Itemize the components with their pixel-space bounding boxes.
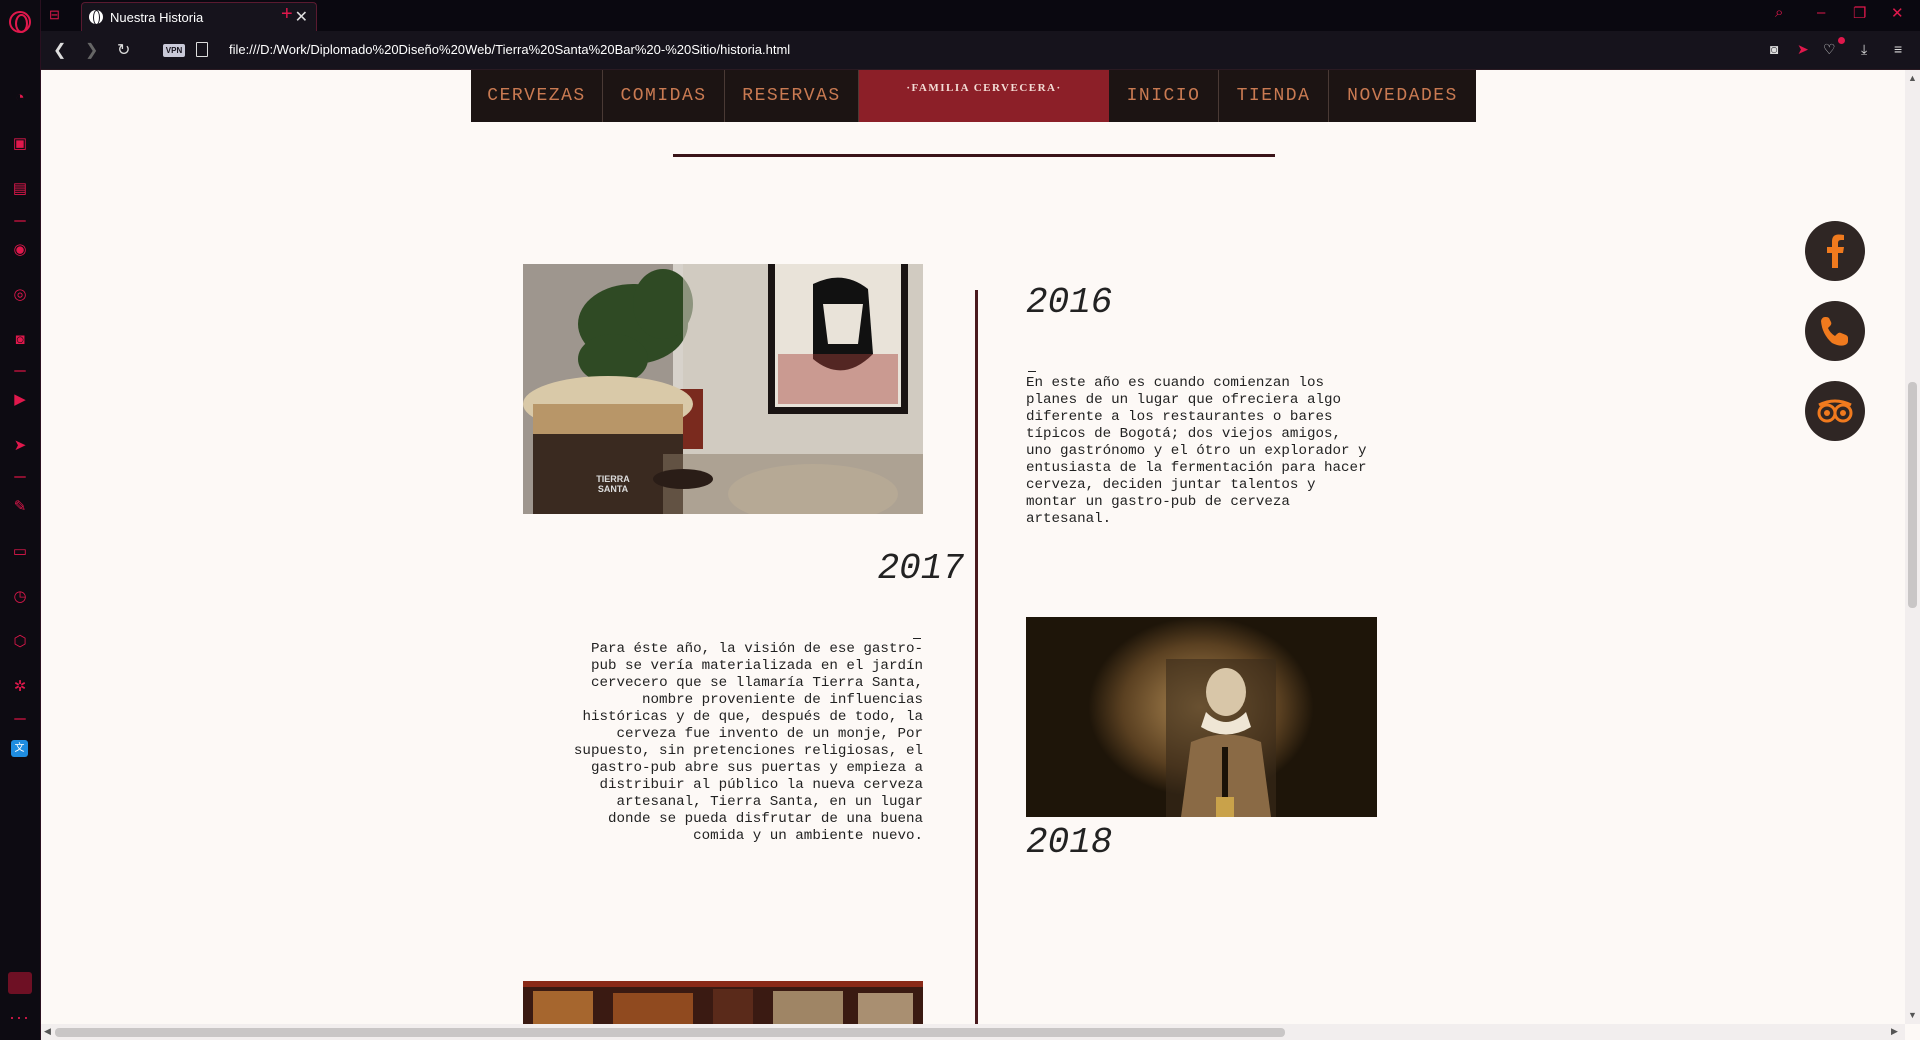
twitch-icon[interactable]: ▤ [10,179,30,199]
whatsapp-icon[interactable]: ◎ [10,285,30,305]
menu-icon[interactable]: ≡ [1894,41,1902,57]
reload-icon[interactable]: ↻ [117,40,130,60]
send-icon[interactable]: ➤ [10,436,30,456]
tab-switcher-icon[interactable]: ⊟ [49,7,67,23]
back-icon[interactable]: ❮ [53,40,66,60]
download-badge [1838,37,1845,44]
nav-cervezas[interactable]: CERVEZAS [471,70,603,122]
extensions-icon[interactable]: ⬡ [10,632,30,652]
sidebar-separator [14,220,26,222]
tripadvisor-button[interactable] [1805,381,1865,441]
player-icon[interactable]: ▶ [10,390,30,410]
nav-inicio[interactable]: INICIO [1109,70,1219,122]
scroll-right-icon[interactable]: ▶ [1891,1026,1898,1037]
close-window-icon[interactable]: ✕ [1891,4,1904,22]
timeline-line [975,290,978,1024]
photo-interior: TIERRA SANTA [523,264,923,514]
vertical-scroll-thumb[interactable] [1908,382,1917,608]
site-nav: CERVEZAS COMIDAS RESERVAS ·FAMILIA CERVE… [471,70,1476,122]
page-viewport: CERVEZAS COMIDAS RESERVAS ·FAMILIA CERVE… [41,70,1905,1024]
horizontal-scroll-thumb[interactable] [55,1028,1285,1037]
settings-icon[interactable]: ✲ [10,677,30,697]
address-bar: ❮ ❯ ↻ VPN file:///D:/Work/Diplomado%20Di… [41,31,1920,70]
sidebar-separator [14,476,26,478]
sidebar-separator [14,370,26,372]
photo-bar [523,981,923,1024]
facebook-button[interactable] [1805,221,1865,281]
nav-comidas[interactable]: COMIDAS [603,70,725,122]
scroll-down-icon[interactable]: ▼ [1908,1010,1917,1020]
nav-reservas[interactable]: RESERVAS [725,70,859,122]
logo-text: ·FAMILIA CERVECERA· [906,82,1062,94]
page-icon [196,42,208,57]
vpn-badge[interactable]: VPN [163,44,185,57]
minimize-icon[interactable]: – [1817,4,1825,21]
phone-icon [1821,317,1848,346]
edit-icon[interactable]: ✎ [10,497,30,517]
browser-sidebar: ◔ ▣ ▤ ◉ ◎ ◙ ▶ ➤ ✎ ▭ ◷ ⬡ ✲ 文 ··· [0,0,41,1040]
send-page-icon[interactable]: ➤ [1797,41,1809,58]
forward-icon[interactable]: ❯ [85,40,98,60]
year-2016: 2016 [1026,282,1113,323]
text-marker [1028,371,1036,372]
more-icon[interactable]: ··· [9,1008,30,1026]
globe-icon [89,10,103,25]
header-divider [673,154,1275,157]
url-field[interactable]: file:///D:/Work/Diplomado%20Diseño%20Web… [229,42,790,57]
history-icon[interactable]: ◷ [10,587,30,607]
scroll-left-icon[interactable]: ◀ [44,1026,51,1037]
horizontal-scrollbar[interactable]: ◀ ▶ [41,1024,1905,1040]
tabs-icon[interactable]: ▭ [10,542,30,562]
text-marker [913,638,921,639]
facebook-icon [1827,234,1844,268]
site-logo[interactable]: ·FAMILIA CERVECERA· [859,70,1109,122]
barrel-brand-label: TIERRA SANTA [596,474,630,494]
instagram-icon[interactable]: ◙ [10,330,30,350]
opera-logo-icon[interactable] [9,11,31,33]
user-profile-icon[interactable] [8,972,32,994]
sidebar-separator [14,718,26,720]
year-2017: 2017 [877,548,964,589]
vertical-scrollbar[interactable]: ▲ ▼ [1905,70,1920,1024]
photo-portrait [1026,617,1377,817]
search-tabs-icon[interactable]: ⌕ [1775,4,1783,21]
bag-icon[interactable]: ▣ [10,134,30,154]
nav-novedades[interactable]: NOVEDADES [1329,70,1476,122]
download-icon[interactable]: ⤓ [1861,41,1867,58]
nav-tienda[interactable]: TIENDA [1219,70,1329,122]
camera-icon[interactable]: ◙ [1770,41,1778,57]
tab-bar: ⊟ Nuestra Historia ✕ + ⌕ – ❐ ✕ [41,0,1920,31]
story-2016: En este año es cuando comienzan los plan… [1026,375,1367,527]
new-tab-button[interactable]: + [281,3,293,26]
tripadvisor-icon [1817,399,1853,423]
scroll-up-icon[interactable]: ▲ [1908,73,1917,83]
messenger-icon[interactable]: ◉ [10,240,30,260]
tab-close-icon[interactable]: ✕ [295,7,308,27]
restore-icon[interactable]: ❐ [1853,4,1866,22]
heart-icon[interactable]: ♡ [1823,41,1836,58]
translate-icon[interactable]: 文 [11,740,28,757]
story-2017: Para éste año, la visión de ese gastro- … [573,641,923,844]
tab-title: Nuestra Historia [110,10,204,25]
year-2018: 2018 [1026,822,1113,863]
phone-button[interactable] [1805,301,1865,361]
speed-dial-icon[interactable]: ◔ [10,88,30,108]
